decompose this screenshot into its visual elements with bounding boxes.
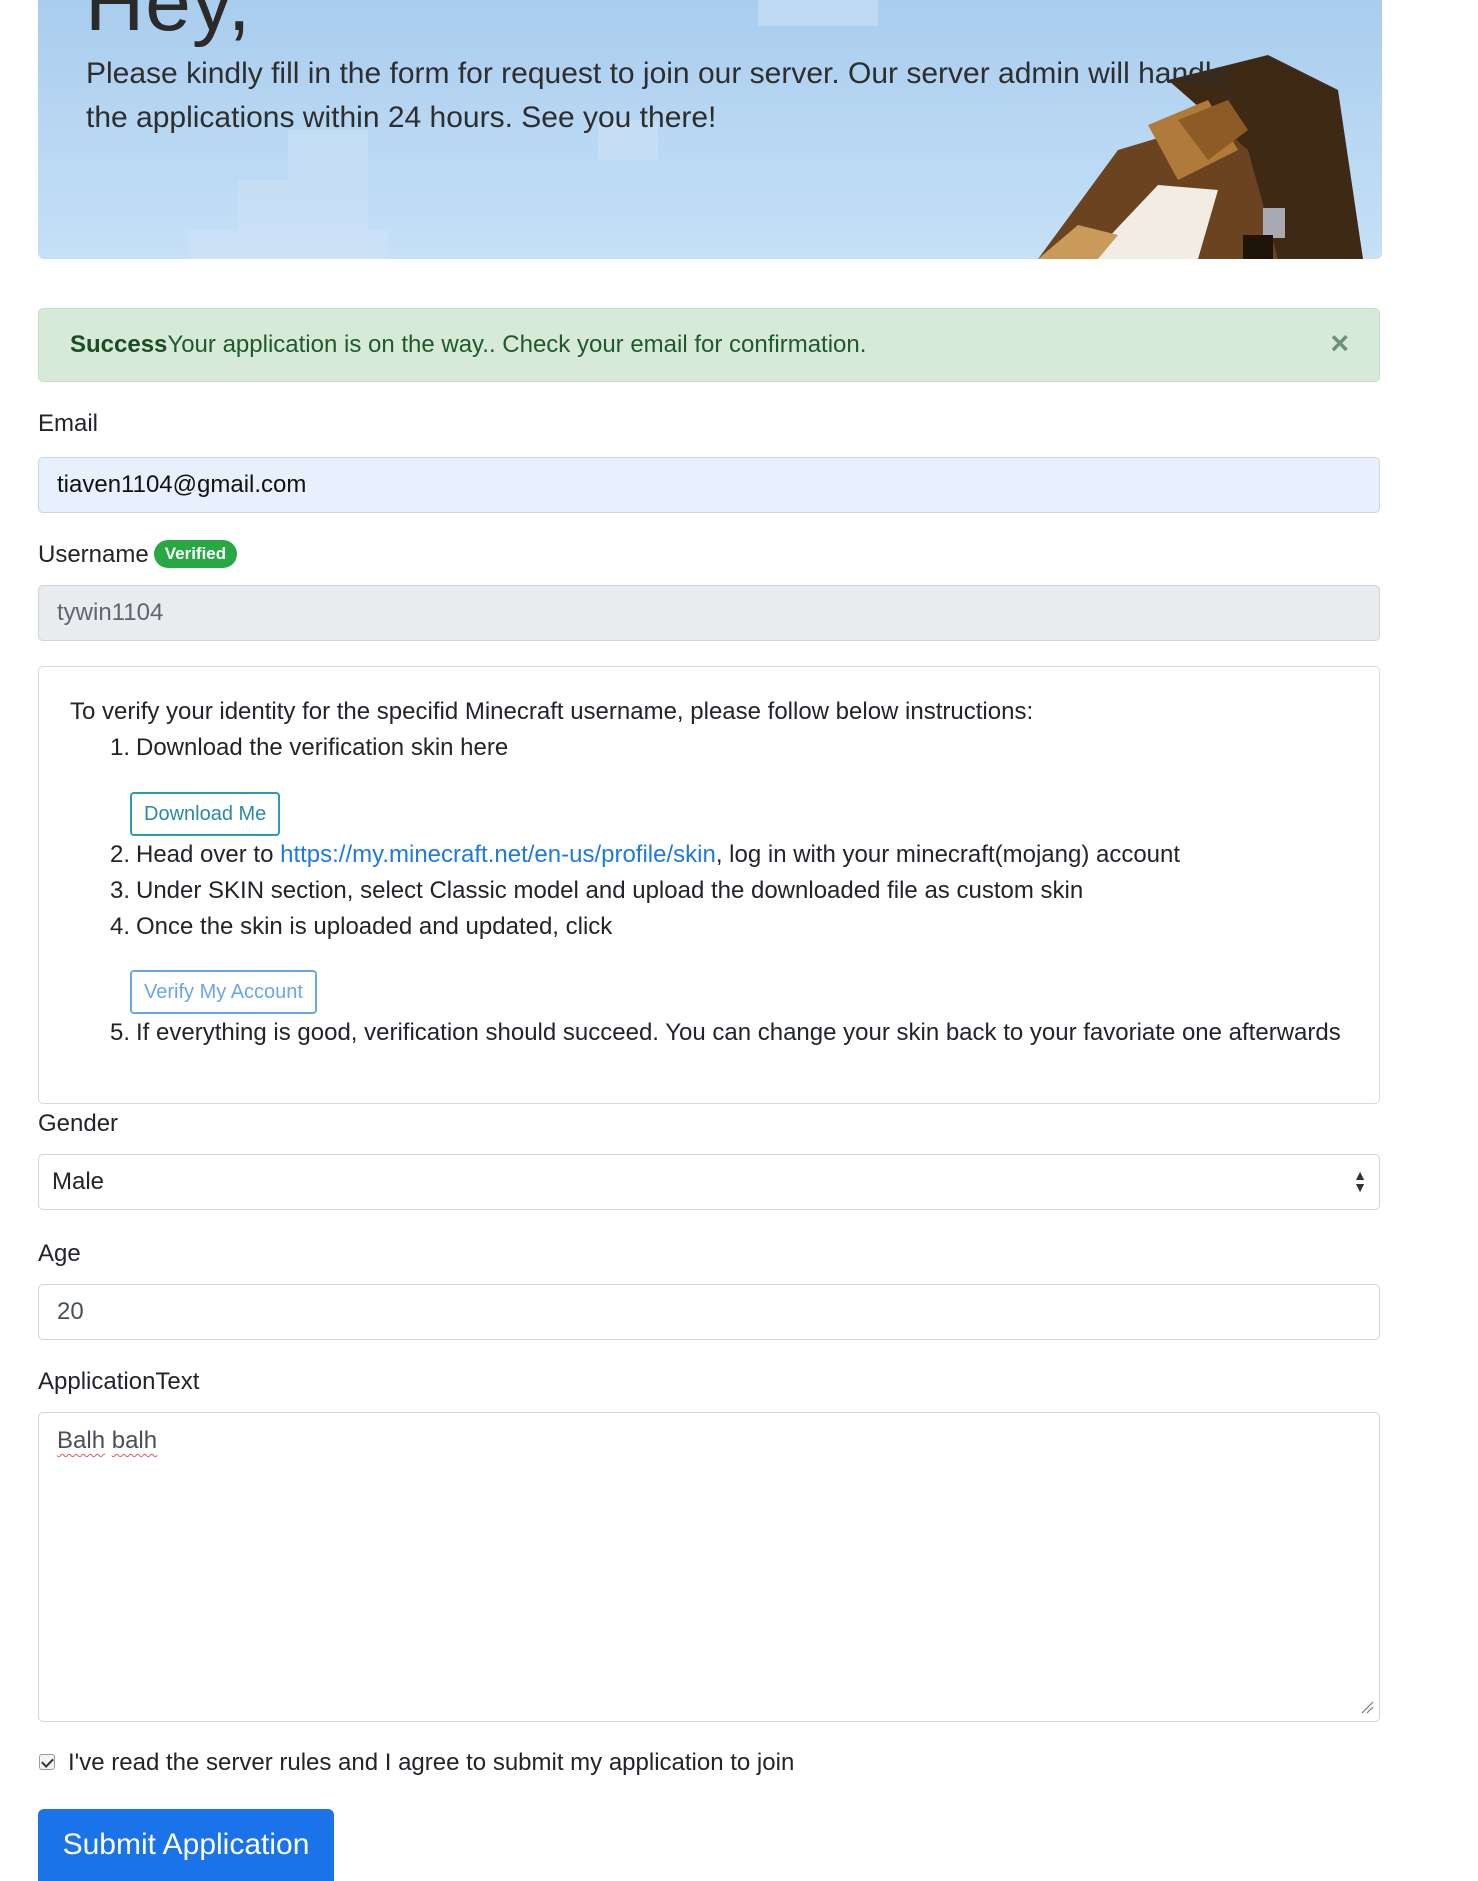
step-text-after: , log in with your minecraft(mojang) acc… (715, 841, 1181, 868)
gender-selected-value: Male (52, 1168, 105, 1195)
step-number: 3. (109, 877, 130, 904)
minecraft-skin-link[interactable]: https://my.minecraft.net/en-us/profile/s… (280, 841, 716, 868)
verification-instructions-card: To verify your identity for the specifid… (38, 666, 1380, 1104)
step-number: 5. (109, 1019, 130, 1046)
instruction-step-5: 5. If everything is good, verification sh… (98, 1019, 1341, 1047)
age-label: Age (38, 1240, 81, 1267)
verify-account-button[interactable]: Verify My Account (130, 970, 317, 1014)
username-label: Username Verified (38, 540, 238, 569)
submit-application-button[interactable]: Submit Application (38, 1809, 334, 1881)
email-field[interactable] (38, 457, 1380, 513)
close-icon[interactable]: × (1330, 327, 1349, 359)
step-number: 4. (109, 913, 130, 940)
hero-banner: Hey, Please kindly fill in the form for … (38, 0, 1382, 259)
misspelled-word: Balh (57, 1427, 106, 1454)
resize-grip-icon[interactable] (1360, 1700, 1374, 1714)
username-field[interactable] (38, 585, 1380, 641)
select-arrows-icon: ▲ ▼ (1353, 1167, 1367, 1195)
success-alert: SuccessYour application is on the way.. … (38, 308, 1380, 382)
hero-description: Please kindly fill in the form for reque… (86, 57, 1229, 134)
instruction-step-2: 2. Head over to https://my.minecraft.net/… (98, 841, 1180, 869)
email-label: Email (38, 410, 99, 437)
step-text: Download the verification skin here (136, 734, 509, 761)
gender-label: Gender (38, 1110, 119, 1137)
misspelled-word: balh (111, 1427, 158, 1454)
alert-title: Success (70, 331, 168, 358)
step-text: If everything is good, verification shou… (136, 1019, 1341, 1046)
application-text-value: Balh balh (57, 1427, 157, 1455)
instruction-step-4: 4. Once the skin is uploaded and updated,… (98, 913, 612, 941)
instruction-step-3: 3. Under SKIN section, select Classic mod… (98, 877, 1083, 905)
application-text-label: ApplicationText (38, 1368, 200, 1395)
verified-badge: Verified (153, 540, 238, 568)
age-field[interactable] (38, 1284, 1380, 1340)
agree-checkbox[interactable] (39, 1754, 55, 1770)
download-skin-button[interactable]: Download Me (130, 792, 281, 836)
step-text-before: Head over to (136, 841, 281, 868)
username-label-text: Username (38, 541, 149, 568)
agree-label: I've read the server rules and I agree t… (68, 1749, 795, 1776)
step-number: 2. (109, 841, 130, 868)
gender-select[interactable]: Male ▲ ▼ (38, 1154, 1380, 1210)
hero-title: Hey, (85, 0, 252, 48)
application-textarea[interactable] (38, 1412, 1380, 1722)
alert-text: Your application is on the way.. Check y… (167, 331, 867, 358)
step-text: Once the skin is uploaded and updated, c… (136, 913, 613, 940)
instruction-step-1: 1. Download the verification skin here (98, 734, 508, 762)
step-text: Under SKIN section, select Classic model… (136, 877, 1084, 904)
step-number: 1. (109, 734, 130, 761)
instructions-intro: To verify your identity for the specifid… (70, 698, 1034, 725)
alert-message: SuccessYour application is on the way.. … (70, 331, 866, 359)
